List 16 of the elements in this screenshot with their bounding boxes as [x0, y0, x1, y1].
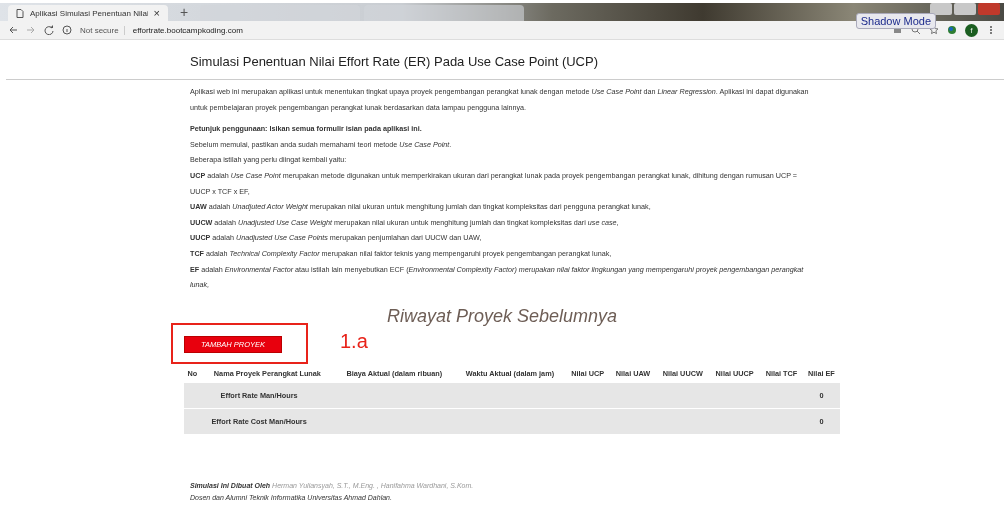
- star-icon[interactable]: [929, 25, 939, 35]
- section-heading: Riwayat Proyek Sebelumnya: [385, 304, 619, 327]
- url-field[interactable]: effortrate.bootcampkoding.com: [132, 25, 243, 35]
- forward-icon[interactable]: [26, 25, 36, 35]
- page-title: Simulasi Penentuan Nilai Effort Rate (ER) Pada Use Case Point (UCP): [190, 54, 598, 70]
- tooltip: Shadow Mode: [855, 13, 936, 29]
- new-tab-button[interactable]: +: [172, 4, 197, 20]
- page-icon: [16, 8, 24, 18]
- window-controls[interactable]: [930, 3, 1000, 15]
- globe-icon[interactable]: [947, 25, 957, 35]
- info-icon[interactable]: [62, 25, 72, 35]
- browser-tab[interactable]: Aplikasi Simulasi Penentuan Nilai ×: [8, 5, 168, 21]
- annotation-label: 1.a: [340, 330, 368, 354]
- back-icon[interactable]: [8, 25, 18, 35]
- reload-icon[interactable]: [44, 25, 54, 35]
- security-label: Not secure: [80, 25, 125, 35]
